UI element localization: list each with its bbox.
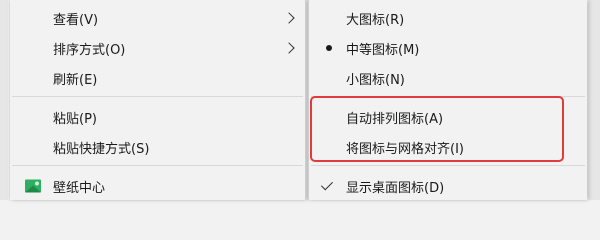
submenu-item-medium-icons-label: 中等图标(M) [346,42,420,58]
desktop-background-right [588,0,600,200]
menu-item-paste-label: 粘贴(P) [53,111,97,127]
desktop-background-left [0,0,8,200]
checkmark-icon [320,178,334,191]
menu-item-view[interactable]: 查看(V) [10,3,305,33]
menu-item-view-label: 查看(V) [53,12,99,28]
submenu-item-align-to-grid-label: 将图标与网格对齐(I) [346,141,464,157]
desktop-context-menu: 查看(V) 排序方式(O) 刷新(E) 粘贴(P) 粘贴快捷方式(S) 壁纸中心 [10,0,306,200]
submenu-item-auto-arrange[interactable]: 自动排列图标(A) [309,102,587,132]
wallpaper-icon [25,179,41,193]
menu-item-paste-shortcut[interactable]: 粘贴快捷方式(S) [10,132,305,162]
submenu-item-show-desktop-icons-label: 显示桌面图标(D) [346,180,445,196]
menu-item-sort-by-label: 排序方式(O) [53,42,126,58]
submenu-item-small-icons[interactable]: 小图标(N) [309,63,587,93]
submenu-item-auto-arrange-label: 自动排列图标(A) [346,111,444,127]
menu-item-refresh[interactable]: 刷新(E) [10,63,305,93]
menu-item-paste-shortcut-label: 粘贴快捷方式(S) [53,141,150,157]
menu-item-wallpaper-center-label: 壁纸中心 [53,180,106,196]
view-submenu: 大图标(R) 中等图标(M) 小图标(N) 自动排列图标(A) 将图标与网格对齐… [308,0,587,200]
menu-separator [12,96,303,97]
submenu-item-show-desktop-icons[interactable]: 显示桌面图标(D) [309,171,587,201]
menu-separator [12,165,303,166]
radio-bullet-icon [326,45,332,51]
menu-item-sort-by[interactable]: 排序方式(O) [10,33,305,63]
chevron-right-icon [283,42,295,54]
submenu-item-small-icons-label: 小图标(N) [346,72,405,88]
submenu-item-align-to-grid[interactable]: 将图标与网格对齐(I) [309,132,587,162]
menu-item-refresh-label: 刷新(E) [53,72,98,88]
menu-separator [311,96,585,97]
menu-item-paste[interactable]: 粘贴(P) [10,102,305,132]
submenu-item-large-icons-label: 大图标(R) [346,12,405,28]
menu-separator [311,165,585,166]
submenu-item-large-icons[interactable]: 大图标(R) [309,3,587,33]
menu-item-wallpaper-center[interactable]: 壁纸中心 [10,171,305,201]
submenu-item-medium-icons[interactable]: 中等图标(M) [309,33,587,63]
chevron-right-icon [283,12,295,24]
